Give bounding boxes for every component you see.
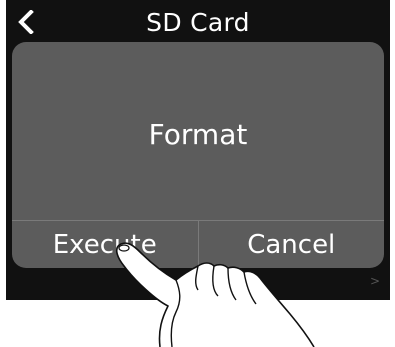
format-dialog: Format Execute Cancel [12,42,384,268]
execute-button[interactable]: Execute [12,221,199,268]
cancel-button[interactable]: Cancel [199,221,385,268]
dialog-button-row: Execute Cancel [12,220,384,268]
device-screen: SD Card Format Execute Cancel > [6,0,390,300]
more-indicator: > [369,274,380,288]
page-title: SD Card [146,8,250,37]
dialog-message: Format [148,118,248,151]
title-bar: SD Card [8,2,388,42]
